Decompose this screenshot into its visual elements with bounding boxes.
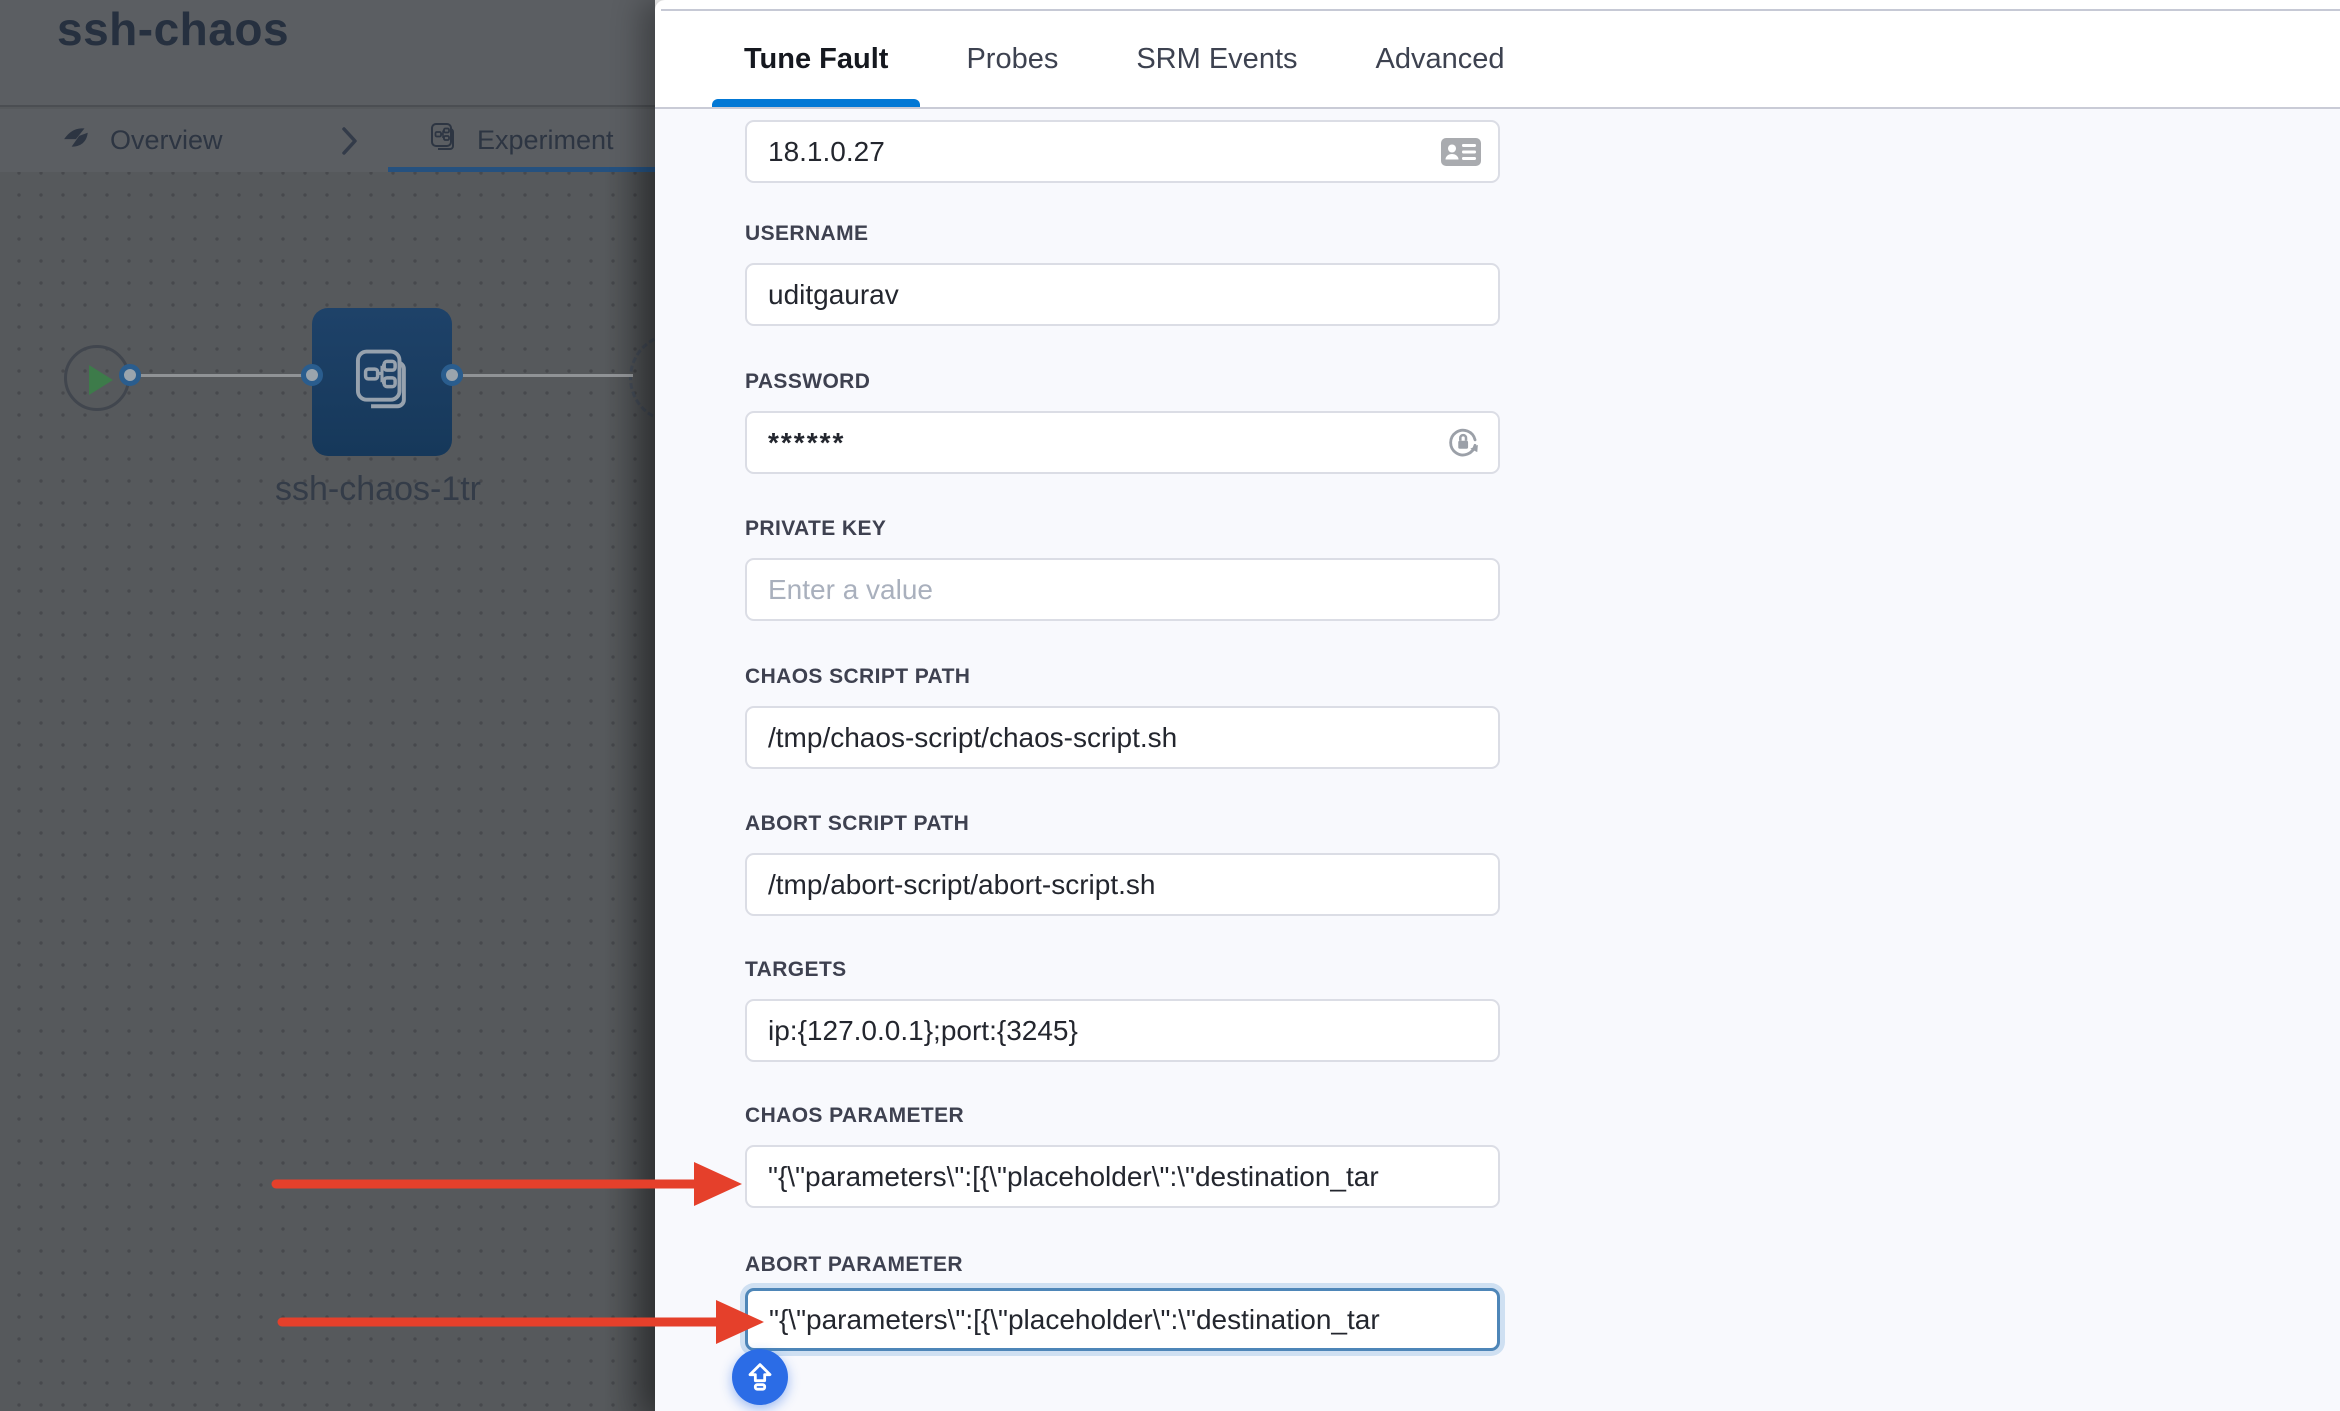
breadcrumb-overview[interactable]: Overview — [62, 109, 223, 172]
chaos-node-label: ssh-chaos-1tr — [238, 470, 518, 509]
chevron-right-icon — [342, 126, 358, 156]
password-label: PASSWORD — [745, 370, 870, 394]
username-label: USERNAME — [745, 222, 868, 246]
chaos-step-node[interactable] — [312, 308, 452, 456]
abort-script-path-label: ABORT SCRIPT PATH — [745, 812, 969, 836]
tab-label: Probes — [966, 43, 1058, 76]
drawer-tabs: Tune Fault Probes SRM Events Advanced — [655, 12, 2340, 107]
page-header: ssh-chaos — [0, 0, 655, 107]
pipeline-canvas[interactable]: ssh-chaos-1tr — [0, 172, 655, 1411]
fault-tunables-form: 18.1.0.27 USERNAME uditgaurav PASSWORD *****… — [745, 109, 1500, 1411]
tab-probes[interactable]: Probes — [934, 12, 1090, 107]
tab-srm-events[interactable]: SRM Events — [1104, 12, 1329, 107]
chaos-node-in-port — [301, 364, 323, 386]
pipeline-panel: ssh-chaos Overview — [0, 0, 655, 1411]
id-card-icon[interactable] — [1440, 136, 1482, 168]
abort-parameter-input[interactable]: "{\"parameters\":[{\"placeholder\":\"des… — [745, 1288, 1500, 1351]
chaos-script-path-value: /tmp/chaos-script/chaos-script.sh — [768, 722, 1482, 754]
experiment-node-icon — [347, 345, 417, 420]
chaos-script-path-input[interactable]: /tmp/chaos-script/chaos-script.sh — [745, 706, 1500, 769]
upload-fab-button[interactable] — [732, 1349, 788, 1405]
pipeline-edge — [463, 374, 633, 377]
chaos-parameter-value: "{\"parameters\":[{\"placeholder\":\"des… — [768, 1161, 1482, 1193]
password-input[interactable]: ****** — [745, 411, 1500, 474]
password-value: ****** — [768, 427, 1432, 459]
targets-value: ip:{127.0.0.1};port:{3245} — [768, 1015, 1482, 1047]
private-key-input[interactable]: Enter a value — [745, 558, 1500, 621]
tab-label: SRM Events — [1136, 43, 1297, 76]
breadcrumb-overview-label: Overview — [110, 125, 223, 156]
drawer-content: 18.1.0.27 USERNAME uditgaurav PASSWORD *****… — [655, 109, 2340, 1411]
tune-fault-drawer: Tune Fault Probes SRM Events Advanced 18.1.… — [655, 0, 2340, 1411]
breadcrumb-experiment-label: Experiment — [477, 125, 614, 156]
chaos-parameter-input[interactable]: "{\"parameters\":[{\"placeholder\":\"des… — [745, 1145, 1500, 1208]
upload-icon — [744, 1360, 776, 1395]
chaos-parameter-label: CHAOS PARAMETER — [745, 1104, 964, 1128]
abort-parameter-label: ABORT PARAMETER — [745, 1253, 963, 1277]
username-value: uditgaurav — [768, 279, 1482, 311]
chaos-node-out-port — [441, 364, 463, 386]
drawer-top-border — [661, 9, 2340, 11]
host-input[interactable]: 18.1.0.27 — [745, 120, 1500, 183]
overview-icon — [62, 122, 92, 159]
targets-input[interactable]: ip:{127.0.0.1};port:{3245} — [745, 999, 1500, 1062]
breadcrumb-experiment[interactable]: Experiment — [427, 109, 614, 172]
username-input[interactable]: uditgaurav — [745, 263, 1500, 326]
abort-parameter-value: "{\"parameters\":[{\"placeholder\":\"des… — [769, 1304, 1481, 1336]
private-key-placeholder: Enter a value — [768, 574, 1482, 606]
abort-script-path-value: /tmp/abort-script/abort-script.sh — [768, 869, 1482, 901]
host-value: 18.1.0.27 — [768, 136, 1428, 168]
chaos-script-path-label: CHAOS SCRIPT PATH — [745, 665, 970, 689]
page-title: ssh-chaos — [57, 2, 289, 56]
tab-tune-fault[interactable]: Tune Fault — [712, 12, 920, 107]
tab-label: Tune Fault — [744, 43, 888, 76]
play-icon — [89, 365, 113, 395]
targets-label: TARGETS — [745, 958, 847, 982]
tab-advanced[interactable]: Advanced — [1344, 12, 1537, 107]
breadcrumb: Overview Experiment — [0, 109, 655, 172]
abort-script-path-input[interactable]: /tmp/abort-script/abort-script.sh — [745, 853, 1500, 916]
experiment-icon — [427, 121, 459, 160]
start-node-out-port — [119, 364, 141, 386]
private-key-label: PRIVATE KEY — [745, 517, 886, 541]
tab-label: Advanced — [1376, 43, 1505, 76]
pipeline-edge — [139, 374, 304, 377]
secret-lock-icon[interactable] — [1444, 424, 1482, 462]
